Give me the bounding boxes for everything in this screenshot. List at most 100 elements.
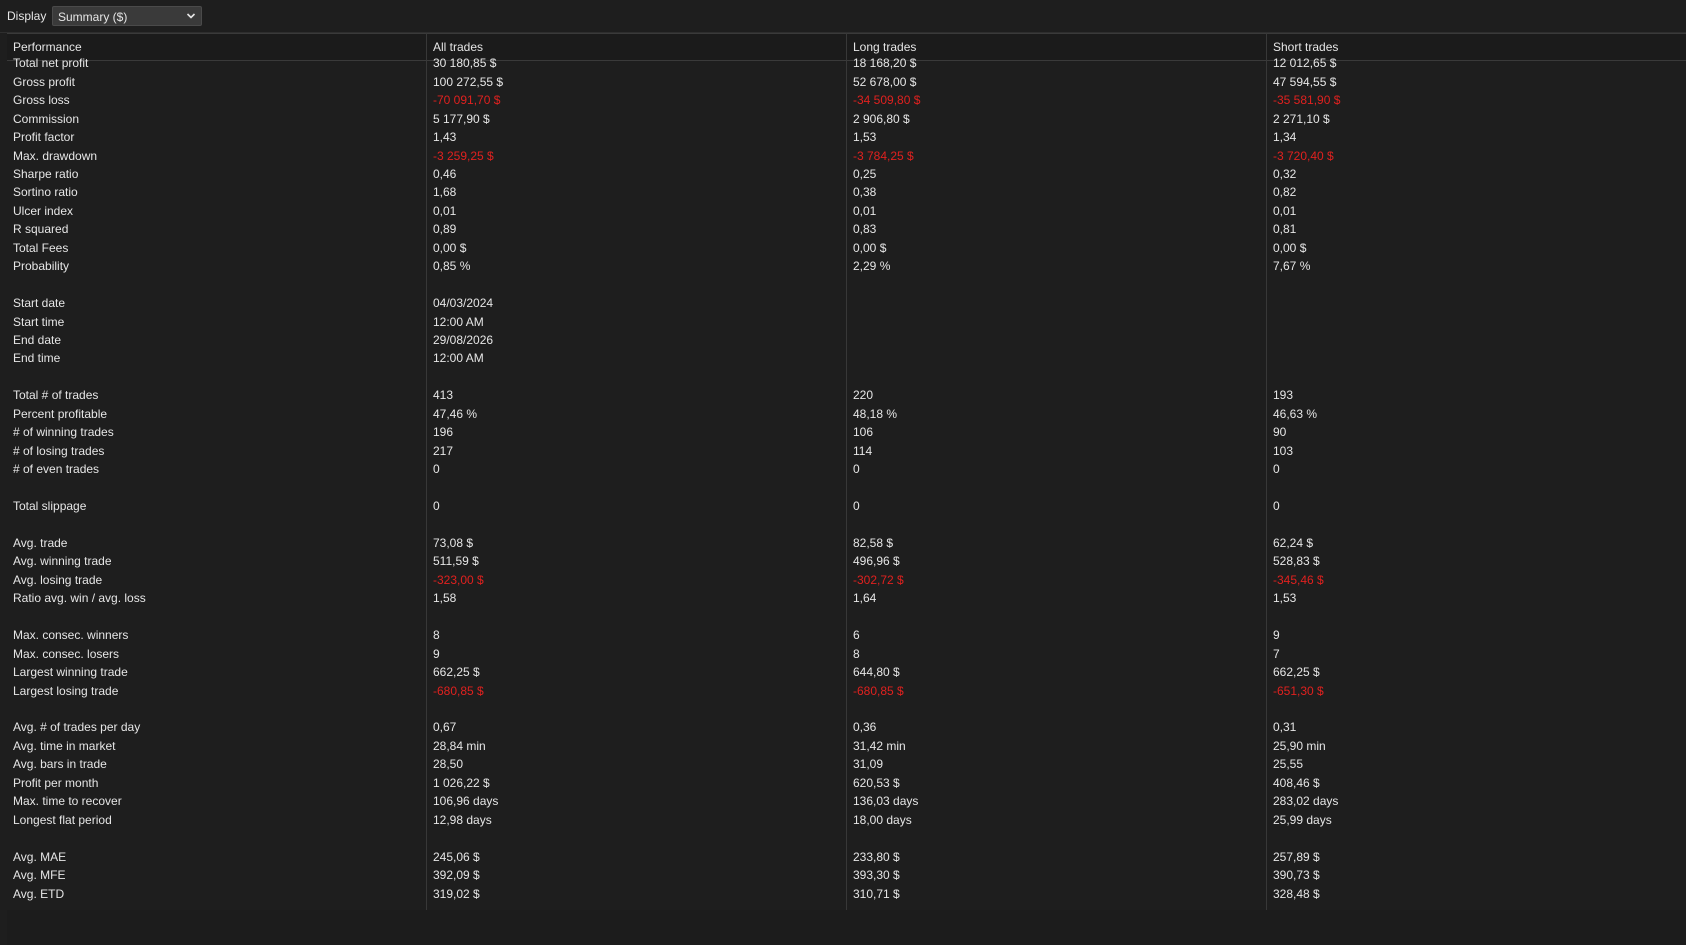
table-row: # of winning trades 196 106 90 <box>7 423 1686 442</box>
short-trades-value: 662,25 $ <box>1273 665 1320 680</box>
short-trades-value: 7 <box>1273 646 1280 661</box>
table-row: # of losing trades 217 114 103 <box>7 442 1686 461</box>
short-trades-value: 46,63 % <box>1273 406 1318 421</box>
all-trades-value: 8 <box>433 628 440 643</box>
table-row: Ratio avg. win / avg. loss 1,58 1,64 1,53 <box>7 589 1686 608</box>
short-trades-value <box>1267 516 1686 535</box>
metric-label: Profit per month <box>13 775 99 790</box>
short-trades-value: 0 <box>1273 499 1280 514</box>
metric-label: Start date <box>13 296 66 311</box>
short-trades-value <box>1267 294 1686 313</box>
table-row <box>7 276 1686 295</box>
long-trades-value: 82,58 $ <box>853 535 894 550</box>
metric-label: Avg. MAE <box>13 849 67 864</box>
long-trades-value: -34 509,80 $ <box>853 93 921 108</box>
metric-label <box>7 516 426 535</box>
all-trades-value: 392,09 $ <box>433 868 480 883</box>
table-row <box>7 516 1686 535</box>
short-trades-value <box>1267 349 1686 368</box>
short-trades-value: 257,89 $ <box>1273 849 1320 864</box>
all-trades-value: 12:00 AM <box>433 351 484 366</box>
long-trades-value <box>847 294 1266 313</box>
long-trades-value: 2 906,80 $ <box>853 111 910 126</box>
all-trades-value: 217 <box>433 443 454 458</box>
all-trades-value <box>427 700 846 719</box>
all-trades-value: 1,68 <box>433 185 457 200</box>
metric-label <box>7 368 426 387</box>
all-trades-value: 100 272,55 $ <box>433 74 504 89</box>
metric-label: Avg. time in market <box>13 738 116 753</box>
table-row <box>7 368 1686 387</box>
short-trades-value: 390,73 $ <box>1273 868 1320 883</box>
all-trades-value <box>427 368 846 387</box>
all-trades-value: 73,08 $ <box>433 535 474 550</box>
long-trades-value: 114 <box>853 443 873 458</box>
table-row: Gross loss -70 091,70 $ -34 509,80 $ -35 58… <box>7 91 1686 110</box>
long-trades-value: 393,30 $ <box>853 868 900 883</box>
metric-label: Ratio avg. win / avg. loss <box>13 591 146 606</box>
short-trades-value <box>1267 276 1686 295</box>
long-trades-value: 0 <box>853 462 860 477</box>
short-trades-value: -345,46 $ <box>1273 572 1324 587</box>
all-trades-value <box>427 276 846 295</box>
short-trades-value: 25,55 <box>1273 757 1304 772</box>
long-trades-value: 2,29 % <box>853 259 891 274</box>
short-trades-value <box>1267 331 1686 350</box>
all-trades-value: 12:00 AM <box>433 314 484 329</box>
short-trades-value: 90 <box>1273 425 1287 440</box>
metric-label: End time <box>13 351 61 366</box>
performance-grid: Performance All trades Long trades Short… <box>7 33 1686 910</box>
all-trades-value: 0,67 <box>433 720 457 735</box>
table-row: Total Fees 0,00 $ 0,00 $ 0,00 $ <box>7 239 1686 258</box>
long-trades-value: 0,83 <box>853 222 877 237</box>
short-trades-value: 1,34 <box>1273 130 1297 145</box>
all-trades-value: 413 <box>433 388 454 403</box>
long-trades-value: -302,72 $ <box>853 572 904 587</box>
table-row <box>7 479 1686 498</box>
table-row: Max. time to recover 106,96 days 136,03 da… <box>7 792 1686 811</box>
table-row: Avg. winning trade 511,59 $ 496,96 $ 528,83… <box>7 552 1686 571</box>
metric-label: Gross loss <box>13 93 70 108</box>
long-trades-value: 48,18 % <box>853 406 898 421</box>
short-trades-value: 12 012,65 $ <box>1273 56 1337 71</box>
metric-label: Percent profitable <box>13 406 108 421</box>
table-row: Max. drawdown -3 259,25 $ -3 784,25 $ -3 72… <box>7 147 1686 166</box>
table-row: Largest winning trade 662,25 $ 644,80 $ 662… <box>7 663 1686 682</box>
long-trades-value: 1,64 <box>853 591 877 606</box>
metric-label: Max. consec. winners <box>13 628 129 643</box>
all-trades-value: 511,59 $ <box>433 554 479 569</box>
all-trades-value: 0,46 <box>433 166 457 181</box>
metric-label: Total Fees <box>13 240 69 255</box>
all-trades-value: 196 <box>433 425 454 440</box>
short-trades-value: 2 271,10 $ <box>1273 111 1330 126</box>
table-row: Ulcer index 0,01 0,01 0,01 <box>7 202 1686 221</box>
table-row: Start time 12:00 AM <box>7 313 1686 332</box>
table-row: Largest losing trade -680,85 $ -680,85 $ -6… <box>7 682 1686 701</box>
long-trades-value: 644,80 $ <box>853 665 900 680</box>
metric-label: Profit factor <box>13 130 75 145</box>
long-trades-value: 220 <box>853 388 874 403</box>
all-trades-value: 04/03/2024 <box>433 296 494 311</box>
table-row: Probability 0,85 % 2,29 % 7,67 % <box>7 257 1686 276</box>
short-trades-value <box>1267 700 1686 719</box>
short-trades-value: -651,30 $ <box>1273 683 1324 698</box>
long-trades-value <box>847 700 1266 719</box>
table-row: Total net profit 30 180,85 $ 18 168,20 $ 12… <box>7 54 1686 73</box>
long-trades-value <box>847 313 1266 332</box>
short-trades-value: 9 <box>1273 628 1280 643</box>
long-trades-value: 0,00 $ <box>853 240 887 255</box>
metric-label: Largest losing trade <box>13 683 119 698</box>
metric-label: # of winning trades <box>13 425 114 440</box>
metric-label <box>7 700 426 719</box>
table-row: Avg. bars in trade 28,50 31,09 25,55 <box>7 755 1686 774</box>
all-trades-value: 1,43 <box>433 130 457 145</box>
table-row: Avg. ETD 319,02 $ 310,71 $ 328,48 $ <box>7 885 1686 904</box>
metric-label <box>7 829 426 848</box>
table-row: Sharpe ratio 0,46 0,25 0,32 <box>7 165 1686 184</box>
metric-label: Max. consec. losers <box>13 646 120 661</box>
long-trades-value <box>847 829 1266 848</box>
display-mode-dropdown[interactable]: Summary ($) <box>52 6 202 26</box>
metric-label: Avg. trade <box>13 535 68 550</box>
metric-label: R squared <box>13 222 69 237</box>
short-trades-value: 0,81 <box>1273 222 1297 237</box>
